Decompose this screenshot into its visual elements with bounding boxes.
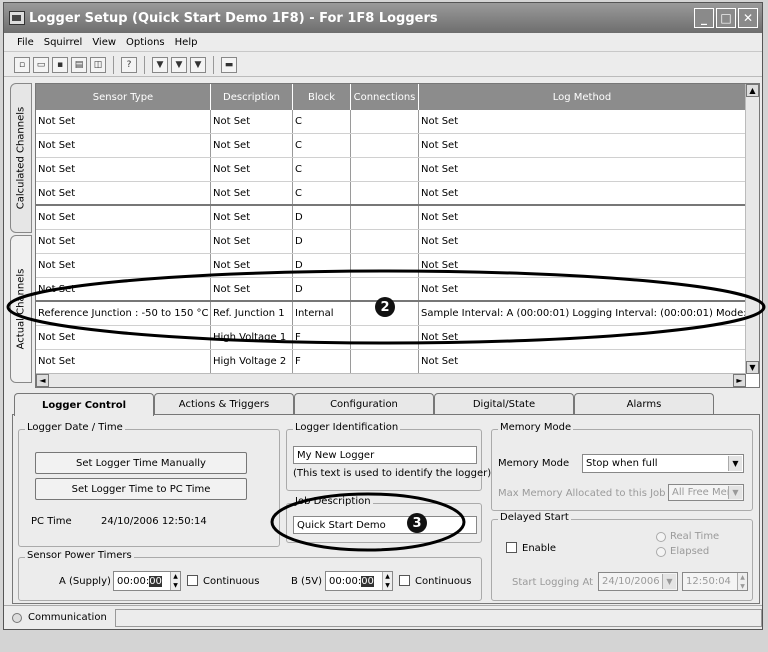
callout-two: 2 [375, 297, 395, 317]
callout-three: 3 [407, 513, 427, 533]
annotation-overlay [6, 269, 766, 552]
highlight-ellipse-job [270, 492, 466, 552]
tab-logger-control[interactable]: Logger Control [14, 393, 154, 416]
